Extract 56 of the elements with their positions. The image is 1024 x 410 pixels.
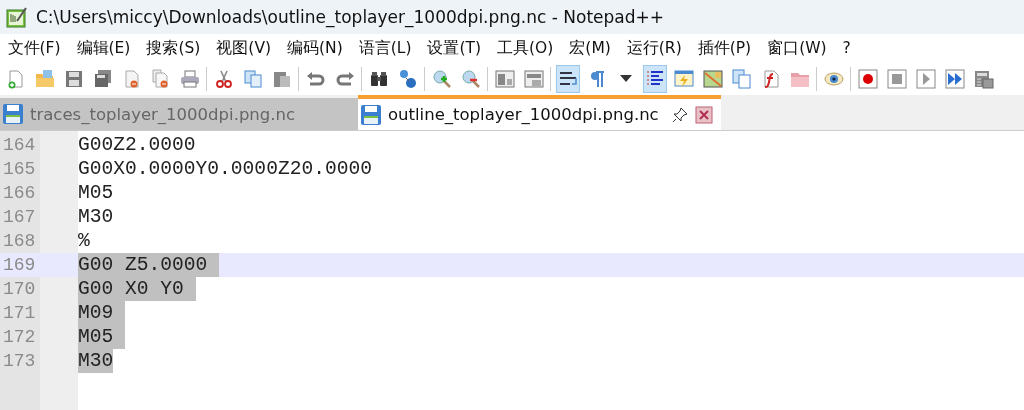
code-line: M05 [78,181,114,205]
scissors-icon [213,68,234,89]
documents-icon [731,68,752,89]
toolbar-button[interactable] [555,64,580,93]
close-files-icon [150,68,171,89]
menu-item[interactable]: 编码(N) [283,37,347,59]
menu-item[interactable]: 设置(T) [424,37,485,59]
line-number: 165 [2,158,37,181]
line-number: 173 [2,350,37,373]
play-icon [915,68,936,89]
zoom-out-icon [460,68,481,89]
code-line: % [78,229,90,253]
line-number: 172 [2,326,37,349]
map-icon [702,68,723,89]
copy-icon [242,68,263,89]
tab-label: traces_toplayer_1000dpi.png.nc [30,104,296,124]
line-number: 169 [2,254,37,277]
menu-item[interactable]: 插件(P) [694,37,755,59]
menu-item[interactable]: 文件(F) [4,37,64,59]
code-line: M30 [78,205,114,229]
caret-icon [619,75,632,82]
menu-item[interactable]: 窗口(W) [763,37,831,59]
stop-icon [886,68,907,89]
fast-forward-icon [944,68,965,89]
notepad-icon [6,6,28,28]
line-number: 164 [2,134,37,157]
menu-item[interactable]: 宏(M) [565,37,615,59]
line-number: 167 [2,206,37,229]
code-line: G00X0.0000Y0.0000Z20.0000 [78,157,372,181]
menu-item[interactable]: 搜索(S) [142,37,204,59]
record-icon [857,68,878,89]
file-tab[interactable]: outline_toplayer_1000dpi.png.nc [358,95,721,130]
menu-item[interactable]: ? [839,39,855,57]
window-title: C:\Users\miccy\Downloads\outline_toplayer_1000dpi.png.nc - Notepad++ [36,7,665,27]
lightning-window-icon [673,68,694,89]
close-icon[interactable] [694,105,713,124]
line-number: 166 [2,182,37,205]
menu-item[interactable]: 工具(O) [493,37,557,59]
menu-item[interactable]: 编辑(E) [73,37,134,59]
folder-icon [34,68,55,89]
menu-item[interactable]: 视图(V) [212,37,275,59]
line-number: 168 [2,230,37,253]
windows-icon [494,68,515,89]
menu-item[interactable]: 运行(R) [623,37,686,59]
tab-label: outline_toplayer_1000dpi.png.nc [388,105,659,124]
pin-icon[interactable] [670,105,689,124]
zoom-in-icon [431,68,452,89]
code-line: G00Z2.0000 [78,133,196,157]
windows-icon [523,68,544,89]
calculator-icon [973,68,994,89]
floppy-disks-icon [92,68,113,89]
toolbar-button[interactable] [642,64,667,93]
line-number: 170 [2,278,37,301]
line-number: 171 [2,302,37,325]
menu-item[interactable]: 语言(L) [355,37,415,59]
printer-icon [179,68,200,89]
